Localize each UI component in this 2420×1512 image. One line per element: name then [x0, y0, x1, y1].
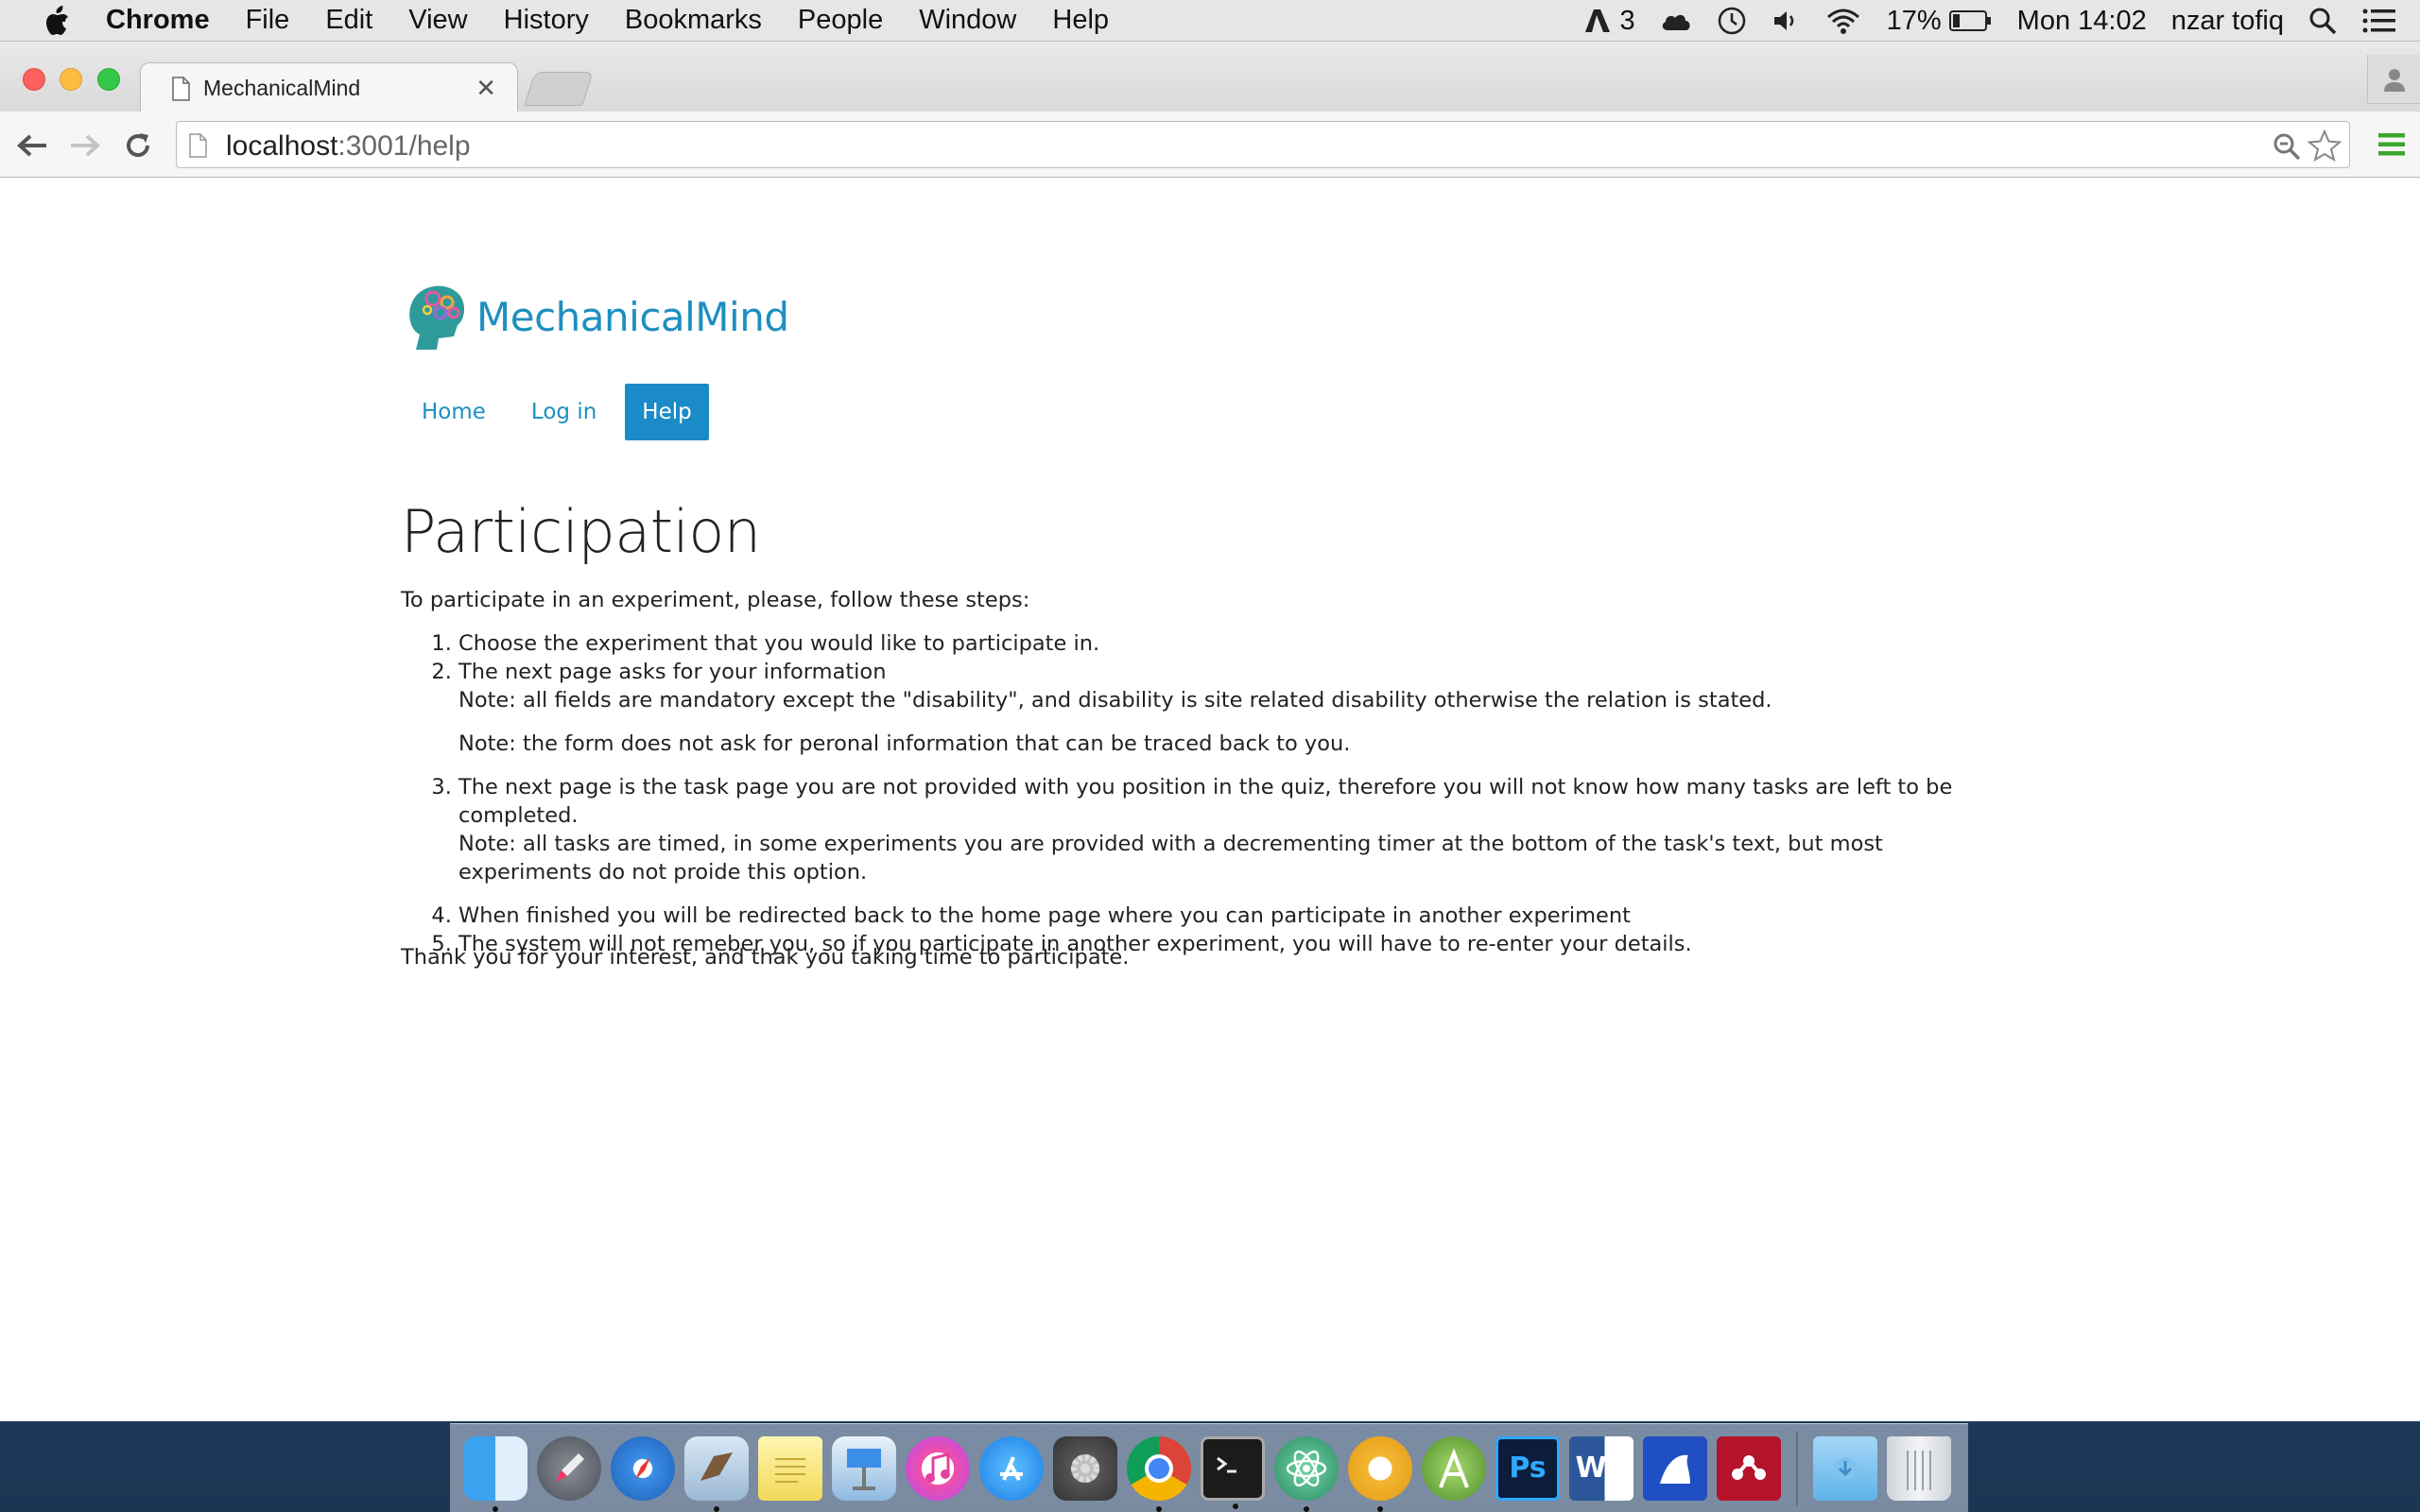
new-tab-button[interactable]: [524, 72, 594, 106]
list-item: The next page is the task page you are n…: [458, 773, 1989, 902]
adobe-icon: [1585, 9, 1611, 32]
chrome-menu-icon[interactable]: [2377, 130, 2407, 159]
url-path: :3001/help: [337, 130, 471, 162]
spotlight-icon[interactable]: [2308, 7, 2337, 35]
system-preferences-icon[interactable]: [1053, 1435, 1117, 1501]
apple-menu-icon[interactable]: [36, 0, 78, 42]
photoshop-label: Ps: [1509, 1452, 1547, 1485]
volume-icon[interactable]: [1772, 8, 1800, 34]
word-label: W: [1575, 1452, 1607, 1485]
adobe-count: 3: [1619, 5, 1635, 36]
brand-name: MechanicalMind: [476, 293, 789, 340]
step-text: The next page asks for your information: [458, 660, 887, 684]
back-arrow-icon: [17, 134, 46, 157]
menu-edit[interactable]: Edit: [325, 5, 372, 36]
browser-toolbar: localhost:3001/help: [0, 112, 2420, 178]
zoom-window-button[interactable]: [97, 68, 120, 91]
mendeley-icon[interactable]: [1717, 1435, 1781, 1501]
address-bar[interactable]: localhost:3001/help: [176, 121, 2350, 168]
person-icon: [2383, 68, 2405, 92]
itunes-icon[interactable]: [906, 1435, 970, 1501]
forward-arrow-icon: [71, 134, 100, 157]
forward-button[interactable]: [66, 127, 104, 164]
atom-icon[interactable]: [1274, 1435, 1339, 1512]
dock-separator: [1796, 1431, 1798, 1505]
reload-button[interactable]: [119, 127, 157, 164]
clock[interactable]: Mon 14:02: [2017, 6, 2147, 37]
menu-view[interactable]: View: [408, 5, 467, 36]
back-button[interactable]: [13, 127, 51, 164]
launchpad-icon[interactable]: [537, 1435, 601, 1501]
url-host: localhost: [226, 130, 338, 162]
time-machine-icon[interactable]: [1717, 6, 1747, 36]
list-item: When finished you will be redirected bac…: [458, 902, 1989, 930]
page-icon: [172, 77, 190, 101]
menu-history[interactable]: History: [504, 5, 589, 36]
minimize-window-button[interactable]: [60, 68, 82, 91]
menu-people[interactable]: People: [798, 5, 883, 36]
intro-text: To participate in an experiment, please,…: [401, 588, 1030, 612]
brain-head-logo-icon: [409, 285, 465, 350]
step-note: Note: all tasks are timed, in some exper…: [458, 832, 1883, 885]
bookmark-star-icon[interactable]: [2308, 129, 2342, 162]
menu-file[interactable]: File: [246, 5, 290, 36]
keynote-icon[interactable]: [832, 1435, 896, 1501]
list-item: Choose the experiment that you would lik…: [458, 629, 1989, 658]
menu-bookmarks[interactable]: Bookmarks: [625, 5, 762, 36]
tab-title: MechanicalMind: [203, 76, 361, 100]
battery-icon: [1948, 10, 1991, 31]
finder-icon[interactable]: [463, 1435, 527, 1512]
menu-bar: Chrome File Edit View History Bookmarks …: [0, 0, 2420, 42]
chrome-icon[interactable]: [1127, 1435, 1191, 1512]
steps-list: Choose the experiment that you would lik…: [401, 629, 1989, 958]
close-window-button[interactable]: [23, 68, 45, 91]
dock: Ps W: [450, 1423, 1968, 1512]
user-name[interactable]: nzar tofiq: [2171, 6, 2284, 37]
reload-icon: [127, 133, 149, 157]
step-text: Choose the experiment that you would lik…: [458, 631, 1100, 656]
nav-log-in[interactable]: Log in: [514, 384, 614, 440]
downloads-folder-icon[interactable]: [1813, 1435, 1877, 1501]
battery-percent: 17%: [1886, 5, 1942, 36]
word-icon[interactable]: W: [1569, 1435, 1634, 1501]
nav-help[interactable]: Help: [625, 384, 709, 440]
page-icon: [189, 133, 207, 158]
battery-status[interactable]: 17%: [1887, 6, 1993, 37]
list-item: The next page asks for your information …: [458, 658, 1989, 773]
menu-chrome[interactable]: Chrome: [106, 5, 210, 36]
step-text: The next page is the task page you are n…: [458, 775, 1953, 828]
brand[interactable]: MechanicalMind: [405, 282, 789, 352]
thanks-text: Thank you for your interest, and thak yo…: [401, 945, 1130, 970]
notification-center-icon[interactable]: [2361, 8, 2397, 34]
photoshop-icon[interactable]: Ps: [1495, 1435, 1560, 1501]
mail-icon[interactable]: [684, 1435, 749, 1512]
zoom-icon[interactable]: [2272, 131, 2302, 162]
step-text: When finished you will be redirected bac…: [458, 903, 1631, 928]
nav-home[interactable]: Home: [405, 384, 503, 440]
notes-icon[interactable]: [758, 1435, 822, 1501]
page-title: Participation: [401, 497, 761, 566]
wifi-icon[interactable]: [1824, 7, 1862, 35]
tab-strip: MechanicalMind ✕: [0, 42, 2420, 113]
chrome-canary-icon[interactable]: [1348, 1435, 1412, 1512]
main-nav: Home Log in Help: [405, 384, 720, 440]
unknown-app-icon[interactable]: [1643, 1435, 1707, 1501]
close-tab-icon[interactable]: ✕: [475, 74, 496, 103]
android-studio-icon[interactable]: [1422, 1435, 1486, 1501]
url-text[interactable]: localhost:3001/help: [226, 130, 471, 163]
safari-icon[interactable]: [611, 1435, 675, 1501]
app-store-icon[interactable]: [979, 1435, 1044, 1501]
menu-window[interactable]: Window: [919, 5, 1016, 36]
adobe-status-item[interactable]: 3: [1583, 5, 1635, 37]
browser-window: MechanicalMind ✕ localhost:3001/help Mec…: [0, 42, 2420, 1421]
profile-button[interactable]: [2367, 55, 2420, 104]
menu-help[interactable]: Help: [1052, 5, 1109, 36]
step-note: Note: all fields are mandatory except th…: [458, 688, 1772, 713]
trash-icon[interactable]: [1887, 1435, 1951, 1501]
page-content: MechanicalMind Home Log in Help Particip…: [0, 178, 2420, 1421]
terminal-icon[interactable]: [1201, 1435, 1265, 1509]
cloud-icon[interactable]: [1660, 10, 1692, 31]
tab-mechanicalmind[interactable]: MechanicalMind ✕: [140, 62, 518, 113]
step-note: Note: the form does not ask for peronal …: [458, 731, 1351, 756]
